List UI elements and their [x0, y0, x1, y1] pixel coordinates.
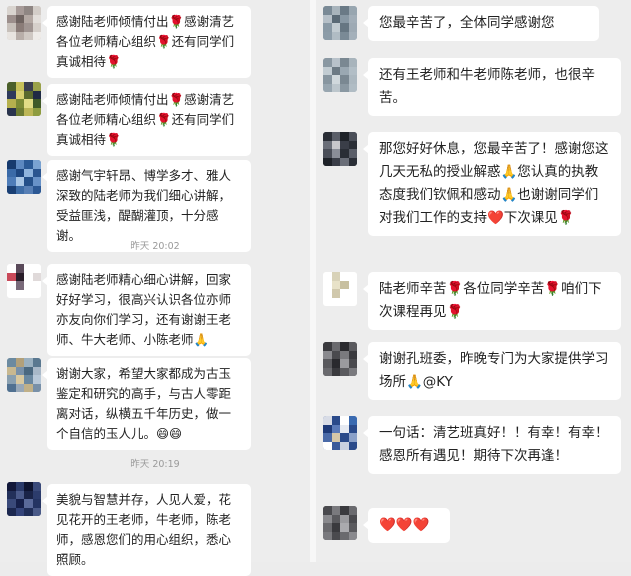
chat-panel-right: 您最辛苦了，全体同学感谢您 还有王老师和牛老师陈老师，也很辛苦。 那您好好休息，… — [316, 0, 631, 562]
avatar[interactable] — [323, 272, 357, 306]
avatar[interactable] — [7, 6, 41, 40]
message-bubble[interactable]: 谢谢大家，希望大家都成为古玉鉴定和研究的高手，与古人零距离对话，纵横五千年历史，… — [47, 358, 251, 450]
message-bubble[interactable]: 感谢陆老师精心细心讲解，回家好好学习，很高兴认识各位亦师亦友向你们学习，还有谢谢… — [47, 264, 251, 356]
message-bubble[interactable]: 感谢陆老师倾情付出🌹感谢清艺各位老师精心组织🌹还有同学们真诚相待🌹 — [47, 6, 251, 78]
message-bubble[interactable]: ❤️❤️❤️ — [368, 508, 450, 543]
timestamp: 昨天 20:02 — [0, 238, 310, 252]
avatar[interactable] — [323, 58, 357, 92]
avatar[interactable] — [323, 132, 357, 166]
message-bubble[interactable]: 那您好好休息，您最辛苦了！感谢您这几天无私的授业解惑🙏您认真的执教态度我们钦佩和… — [368, 132, 621, 236]
avatar[interactable] — [7, 264, 41, 298]
chat-panel-left: 感谢陆老师倾情付出🌹感谢清艺各位老师精心组织🌹还有同学们真诚相待🌹 感谢陆老师倾… — [0, 0, 310, 562]
avatar[interactable] — [323, 506, 357, 540]
message-bubble[interactable]: 谢谢孔班委，昨晚专门为大家提供学习场所🙏@KY — [368, 342, 621, 400]
avatar[interactable] — [323, 6, 357, 40]
avatar[interactable] — [323, 416, 357, 450]
avatar[interactable] — [7, 82, 41, 116]
avatar[interactable] — [7, 482, 41, 516]
avatar[interactable] — [7, 160, 41, 194]
message-bubble[interactable]: 一句话：清艺班真好！！有幸！有幸！感恩所有遇见！期待下次再逢！ — [368, 416, 621, 474]
avatar[interactable] — [323, 342, 357, 376]
message-bubble[interactable]: 感谢陆老师倾情付出🌹感谢清艺各位老师精心组织🌹还有同学们真诚相待🌹 — [47, 84, 251, 156]
message-bubble[interactable]: 还有王老师和牛老师陈老师，也很辛苦。 — [368, 58, 621, 116]
timestamp: 昨天 20:19 — [0, 456, 310, 470]
message-bubble[interactable]: 陆老师辛苦🌹各位同学辛苦🌹咱们下次课程再见🌹 — [368, 272, 621, 330]
message-bubble[interactable]: 美貌与智慧并存，人见人爱，花见花开的王老师，牛老师，陈老师，感恩您们的用心组织，… — [47, 484, 251, 576]
message-bubble[interactable]: 您最辛苦了，全体同学感谢您 — [368, 6, 599, 41]
avatar[interactable] — [7, 358, 41, 392]
